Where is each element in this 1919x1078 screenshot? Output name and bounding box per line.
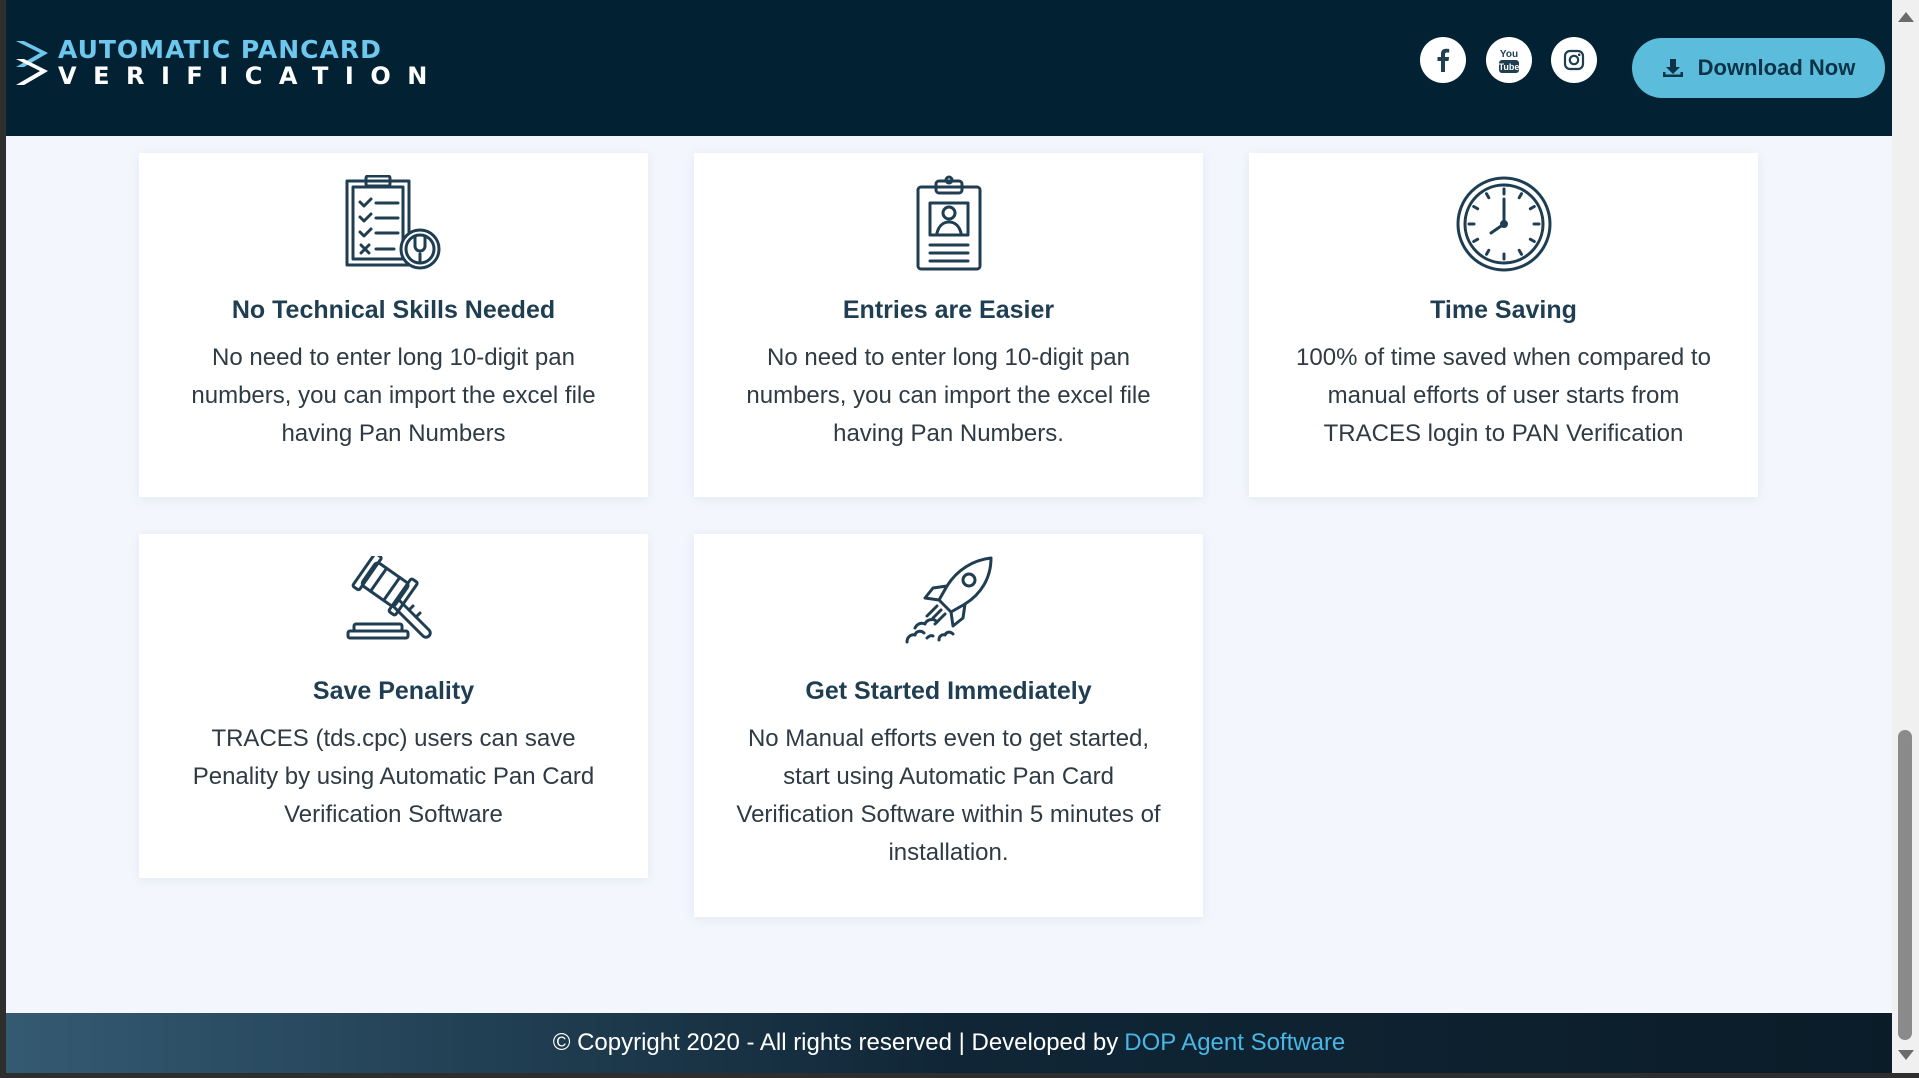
- facebook-link[interactable]: [1420, 37, 1466, 83]
- gavel-icon: [346, 556, 432, 640]
- scroll-down-arrow-icon[interactable]: [1898, 1050, 1914, 1060]
- svg-text:Tube: Tube: [1499, 62, 1520, 72]
- logo-chevron-icon: [16, 41, 48, 85]
- logo-title: AUTOMATIC PANCARD: [58, 34, 382, 64]
- youtube-link[interactable]: You Tube: [1486, 37, 1532, 83]
- download-icon: [1662, 59, 1683, 77]
- download-label: Download Now: [1697, 55, 1856, 80]
- feature-title: No Technical Skills Needed: [231, 296, 556, 324]
- svg-text:You: You: [1500, 49, 1518, 60]
- rocket-icon: [905, 556, 992, 644]
- site-footer: © Copyright 2020 - All rights reserved |…: [6, 1013, 1892, 1073]
- checklist-wrench-icon: [345, 175, 440, 270]
- feature-title: Time Saving: [1430, 296, 1577, 324]
- instagram-icon: [1563, 49, 1585, 71]
- feature-card-entries-easier: Entries are Easier No need to enter long…: [694, 153, 1203, 497]
- page-viewport: AUTOMATIC PANCARD VERIFICATION You Tube: [6, 0, 1892, 1078]
- scroll-thumb[interactable]: [1898, 730, 1912, 1040]
- instagram-link[interactable]: [1551, 37, 1597, 83]
- facebook-icon: [1437, 48, 1450, 72]
- feature-title: Get Started Immediately: [805, 677, 1092, 705]
- feature-description: No need to enter long 10-digit pan numbe…: [191, 344, 596, 447]
- feature-description: 100% of time saved when compared to manu…: [1296, 344, 1711, 447]
- window-edge-bottom: [0, 1073, 1919, 1078]
- feature-description: No Manual efforts even to get started, s…: [736, 725, 1161, 866]
- developer-link[interactable]: DOP Agent Software: [1124, 1029, 1345, 1057]
- feature-card-get-started: Get Started Immediately No Manual effort…: [694, 534, 1203, 917]
- logo-subtitle: VERIFICATION: [58, 61, 444, 90]
- scroll-up-arrow-icon[interactable]: [1898, 12, 1914, 22]
- site-header: AUTOMATIC PANCARD VERIFICATION You Tube: [6, 0, 1892, 136]
- clock-icon: [1456, 176, 1551, 272]
- feature-description: No need to enter long 10-digit pan numbe…: [746, 344, 1151, 447]
- vertical-scrollbar[interactable]: [1892, 0, 1919, 1073]
- feature-description: TRACES (tds.cpc) users can save Penality…: [192, 725, 595, 828]
- feature-title: Entries are Easier: [842, 296, 1055, 324]
- feature-card-no-technical-skills: No Technical Skills Needed No need to en…: [139, 153, 648, 497]
- download-now-button[interactable]: Download Now: [1632, 38, 1885, 98]
- feature-card-save-penality: Save Penality TRACES (tds.cpc) users can…: [139, 534, 648, 878]
- feature-title: Save Penality: [312, 677, 475, 705]
- copyright-text: © Copyright 2020 - All rights reserved |…: [552, 1029, 1119, 1056]
- feature-card-time-saving: Time Saving 100% of time saved when comp…: [1249, 153, 1758, 497]
- site-logo[interactable]: AUTOMATIC PANCARD VERIFICATION: [14, 34, 444, 90]
- youtube-icon: You Tube: [1499, 49, 1520, 73]
- id-clipboard-icon: [916, 175, 981, 271]
